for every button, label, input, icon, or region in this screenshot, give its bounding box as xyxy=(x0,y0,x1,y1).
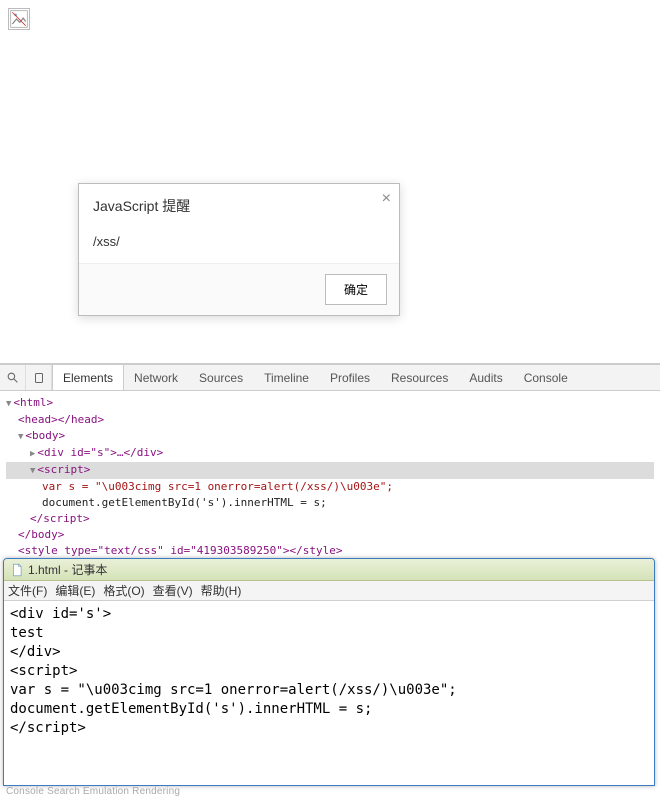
dom-line: <div id="s">…</div> xyxy=(37,446,163,459)
menu-view[interactable]: 查看(V) xyxy=(153,582,193,599)
dom-line: <script> xyxy=(37,463,90,476)
dom-line: document.getElementById('s').innerHTML =… xyxy=(42,496,327,509)
page-viewport: JavaScript 提醒 × /xss/ 确定 xyxy=(0,0,660,364)
menu-file[interactable]: 文件(F) xyxy=(8,582,47,599)
menu-help[interactable]: 帮助(H) xyxy=(201,582,242,599)
dom-line: </script> xyxy=(30,512,90,525)
devtools-panel: Elements Network Sources Timeline Profil… xyxy=(0,364,660,558)
menu-format[interactable]: 格式(O) xyxy=(103,582,144,599)
dom-line: var s = "\u003cimg src=1 onerror=alert(/… xyxy=(42,480,393,493)
js-alert-dialog: JavaScript 提醒 × /xss/ 确定 xyxy=(78,183,400,316)
tab-sources[interactable]: Sources xyxy=(189,365,254,390)
dialog-footer: 确定 xyxy=(79,264,399,315)
notepad-titlebar[interactable]: 1.html - 记事本 xyxy=(4,559,654,581)
notepad-menubar: 文件(F) 编辑(E) 格式(O) 查看(V) 帮助(H) xyxy=(4,581,654,601)
tab-elements[interactable]: Elements xyxy=(52,365,124,390)
dom-line: </body> xyxy=(18,528,64,541)
device-mode-icon[interactable] xyxy=(26,365,52,390)
dom-line: <style type="text/css" id="419303589250"… xyxy=(18,544,343,557)
inspect-icon[interactable] xyxy=(0,365,26,390)
dom-line: <head></head> xyxy=(18,413,104,426)
notepad-title-text: 1.html - 记事本 xyxy=(28,561,107,578)
tab-console[interactable]: Console xyxy=(514,365,579,390)
dialog-title-text: JavaScript 提醒 xyxy=(93,198,190,214)
dom-line: <body> xyxy=(25,429,65,442)
notepad-window: 1.html - 记事本 文件(F) 编辑(E) 格式(O) 查看(V) 帮助(… xyxy=(3,558,655,786)
devtools-subtabs: Console Search Emulation Rendering xyxy=(0,786,180,800)
tab-audits[interactable]: Audits xyxy=(459,365,513,390)
dom-line: <html> xyxy=(13,396,53,409)
dialog-title: JavaScript 提醒 × xyxy=(79,184,399,224)
devtools-tabbar: Elements Network Sources Timeline Profil… xyxy=(0,365,660,391)
broken-image-icon xyxy=(8,8,30,30)
document-icon xyxy=(10,563,24,577)
dialog-close-button[interactable]: × xyxy=(382,190,391,208)
dialog-message: /xss/ xyxy=(79,224,399,264)
notepad-textarea[interactable]: <div id='s'> test </div> <script> var s … xyxy=(4,601,654,742)
tab-profiles[interactable]: Profiles xyxy=(320,365,381,390)
tab-resources[interactable]: Resources xyxy=(381,365,459,390)
menu-edit[interactable]: 编辑(E) xyxy=(55,582,95,599)
tab-network[interactable]: Network xyxy=(124,365,189,390)
dom-tree[interactable]: ▼<html> <head></head> ▼<body> ▶<div id="… xyxy=(0,391,660,558)
tab-timeline[interactable]: Timeline xyxy=(254,365,320,390)
dialog-ok-button[interactable]: 确定 xyxy=(325,274,387,305)
